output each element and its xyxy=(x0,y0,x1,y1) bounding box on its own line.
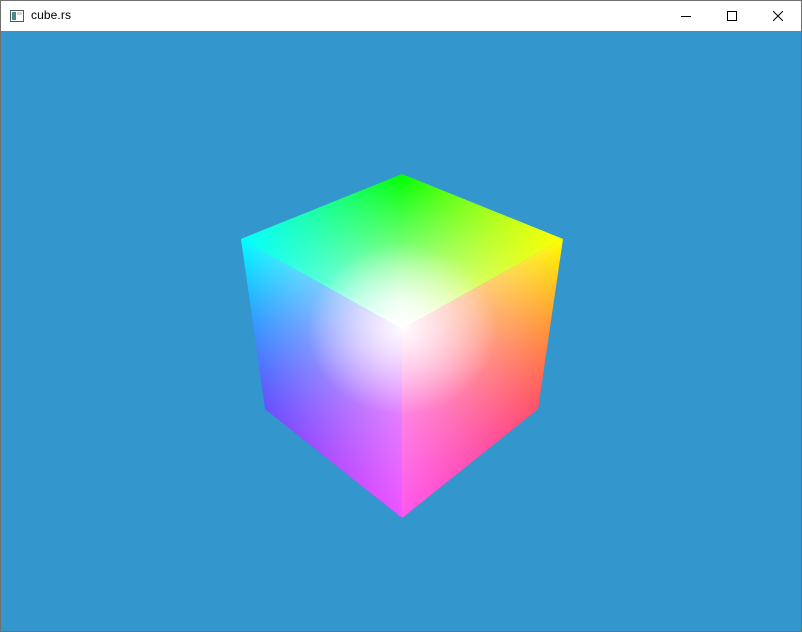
app-window-icon xyxy=(10,9,24,22)
title-bar[interactable]: cube.rs xyxy=(1,1,801,31)
maximize-icon xyxy=(727,11,737,21)
render-viewport[interactable] xyxy=(1,31,801,631)
minimize-icon xyxy=(681,16,691,17)
close-button[interactable] xyxy=(755,1,801,31)
cube-scene xyxy=(241,174,563,518)
cube-center-highlight xyxy=(307,244,497,414)
window-title: cube.rs xyxy=(31,8,72,22)
minimize-button[interactable] xyxy=(663,1,709,31)
close-icon xyxy=(773,11,783,21)
maximize-button[interactable] xyxy=(709,1,755,31)
window-controls xyxy=(663,1,801,31)
app-window: cube.rs xyxy=(0,0,802,632)
